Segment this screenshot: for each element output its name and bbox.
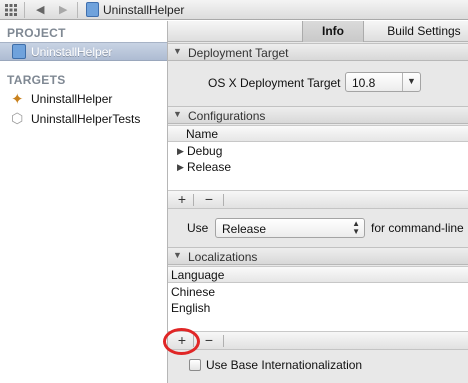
stepper-arrows-icon: ▲ ▼ bbox=[352, 219, 360, 236]
localizations-remove-button[interactable]: − bbox=[198, 332, 220, 350]
configuration-name: Debug bbox=[187, 144, 223, 158]
configurations-add-button[interactable]: + bbox=[171, 191, 193, 209]
jump-bar-divider bbox=[24, 2, 25, 18]
jump-bar: ◀ ▶ UninstallHelper bbox=[0, 0, 468, 20]
popup-arrow-area: ▼ bbox=[402, 73, 420, 91]
base-internationalization-label: Use Base Internationalization bbox=[206, 358, 363, 372]
forward-arrow-icon[interactable]: ▶ bbox=[59, 3, 67, 16]
project-editor: Info Build Settings ▼ Deployment Target … bbox=[168, 21, 468, 383]
column-header-name: Name bbox=[186, 127, 219, 141]
project-icon bbox=[12, 44, 26, 59]
section-title: Configurations bbox=[188, 109, 266, 123]
deployment-target-label: OS X Deployment Target bbox=[208, 76, 341, 90]
chevron-down-icon: ▼ bbox=[407, 76, 416, 86]
language-name: English bbox=[171, 301, 211, 315]
project-file-icon bbox=[86, 2, 99, 17]
button-divider bbox=[223, 194, 224, 206]
editor-tab-bar: Info Build Settings bbox=[168, 21, 468, 42]
project-item[interactable]: UninstallHelper bbox=[0, 42, 167, 61]
configurations-table: Name ▶ Debug ▶ Release bbox=[168, 125, 468, 191]
localizations-plus-minus-bar: + − bbox=[168, 332, 468, 350]
project-item-label: UninstallHelper bbox=[31, 45, 113, 59]
configurations-remove-button[interactable]: − bbox=[198, 191, 220, 209]
jump-bar-divider bbox=[77, 2, 78, 18]
localizations-table: Language Chinese English bbox=[168, 266, 468, 332]
section-title: Localizations bbox=[188, 250, 258, 264]
table-row[interactable]: English bbox=[168, 300, 468, 316]
related-items-icon[interactable] bbox=[5, 4, 17, 16]
use-label: Use bbox=[187, 221, 209, 235]
deployment-target-header[interactable]: ▼ Deployment Target bbox=[168, 43, 468, 61]
table-row[interactable]: Chinese bbox=[168, 284, 468, 300]
tab-info[interactable]: Info bbox=[302, 21, 364, 42]
disclosure-triangle-icon[interactable]: ▶ bbox=[177, 162, 184, 173]
table-row[interactable]: ▶ Debug bbox=[168, 143, 468, 159]
jump-bar-title[interactable]: UninstallHelper bbox=[103, 3, 184, 17]
base-internationalization-checkbox[interactable] bbox=[189, 359, 201, 371]
project-section-header: PROJECT bbox=[7, 26, 66, 40]
disclosure-triangle-icon[interactable]: ▶ bbox=[177, 146, 184, 157]
table-header[interactable]: Name bbox=[168, 126, 468, 142]
targets-section-header: TARGETS bbox=[7, 73, 66, 87]
section-title: Deployment Target bbox=[188, 46, 289, 60]
configuration-name: Release bbox=[187, 160, 232, 174]
deployment-target-popup[interactable]: 10.8 ▼ bbox=[345, 72, 421, 92]
test-bundle-icon: ⬡ bbox=[11, 110, 24, 126]
project-navigator: PROJECT UninstallHelper TARGETS ✦ Uninst… bbox=[0, 21, 168, 383]
localizations-header[interactable]: ▼ Localizations bbox=[168, 247, 468, 265]
collapse-triangle-icon[interactable]: ▼ bbox=[173, 250, 182, 260]
language-name: Chinese bbox=[171, 285, 216, 299]
target-item-label: UninstallHelper bbox=[31, 92, 113, 106]
command-line-config-value: Release bbox=[222, 222, 267, 236]
column-header-language: Language bbox=[171, 268, 225, 282]
button-divider bbox=[193, 194, 194, 206]
target-item-app[interactable]: ✦ UninstallHelper bbox=[0, 90, 167, 109]
button-divider bbox=[223, 335, 224, 347]
target-item-label: UninstallHelperTests bbox=[31, 112, 141, 126]
collapse-triangle-icon[interactable]: ▼ bbox=[173, 109, 182, 119]
table-header[interactable]: Language bbox=[168, 267, 468, 283]
target-item-tests[interactable]: ⬡ UninstallHelperTests bbox=[0, 110, 167, 129]
configurations-header[interactable]: ▼ Configurations bbox=[168, 106, 468, 124]
deployment-target-value: 10.8 bbox=[352, 76, 376, 90]
use-suffix-label: for command-line bbox=[371, 221, 464, 235]
app-target-icon: ✦ bbox=[11, 91, 24, 108]
configurations-plus-minus-bar: + − bbox=[168, 191, 468, 209]
back-arrow-icon[interactable]: ◀ bbox=[36, 3, 44, 16]
highlight-circle bbox=[163, 328, 200, 355]
tab-build-settings[interactable]: Build Settings bbox=[380, 21, 468, 42]
collapse-triangle-icon[interactable]: ▼ bbox=[173, 46, 182, 56]
command-line-config-popup[interactable]: Release ▲ ▼ bbox=[215, 218, 365, 238]
table-row[interactable]: ▶ Release bbox=[168, 159, 468, 175]
